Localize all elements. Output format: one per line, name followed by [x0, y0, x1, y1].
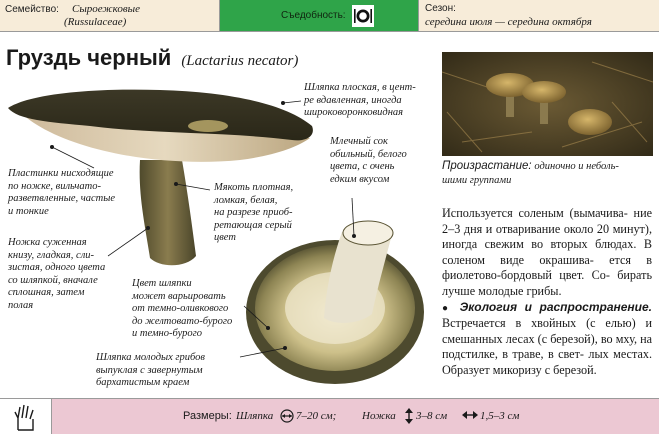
habitat-photo-image	[442, 52, 653, 156]
cap-size-value: 7–20 см;	[296, 410, 337, 422]
habitat-photo	[442, 52, 653, 156]
stem-shape	[139, 160, 196, 266]
sizes-box: Размеры: Шляпка 7–20 см; Ножка 3–8 см 1,…	[52, 398, 659, 434]
stem-height-value: 3–8 см	[416, 410, 448, 422]
annotation-young-cap: Шляпка молодых грибов выпуклая с заверну…	[96, 352, 205, 388]
annotation-milk: Млечный сок обильный, белого цвета, с оч…	[330, 136, 407, 185]
stem-size-label: Ножка	[362, 410, 396, 422]
annotation-cap-color: Цвет шляпки может варьировать от темно-о…	[132, 278, 233, 339]
height-arrow-icon	[405, 408, 413, 424]
season-cell: Сезон: середина июля — середина октября	[419, 0, 659, 32]
annotation-plates: Пластинки нисходящие по ножке, вильчато-…	[8, 168, 116, 217]
sizes-footer: Размеры: Шляпка 7–20 см; Ножка 3–8 см 1,…	[0, 398, 659, 434]
cap-size-label: Шляпка	[236, 410, 274, 422]
description: Используется соленым (вымачива- ние 2–3 …	[442, 206, 652, 379]
width-arrow-icon	[462, 411, 478, 419]
hand-icon	[14, 404, 34, 431]
habitat-info: Произрастание: одиночно и неболь- шими г…	[442, 160, 652, 187]
ecology-text: Встречается в хвойных (с елью) и смешанн…	[442, 316, 652, 377]
description-usage: Используется соленым (вымачива- ние 2–3 …	[442, 206, 652, 298]
annotation-cap: Шляпка плоская, в цент- ре вдавленная, и…	[304, 82, 416, 118]
annotation-stem: Ножка суженная книзу, гладкая, сли- зист…	[8, 237, 106, 311]
diameter-icon	[280, 409, 294, 423]
annotation-flesh: Мякоть плотная, ломкая, белая, на разрез…	[214, 182, 294, 243]
young-stem-cut	[342, 220, 394, 246]
cap-spot	[188, 120, 228, 132]
habitat-line1: одиночно и неболь-	[534, 161, 619, 172]
hand-box	[0, 398, 52, 434]
bullet-icon: ●	[442, 302, 453, 314]
season-value: середина июля — середина октября	[425, 16, 592, 28]
sizes-label: Размеры:	[183, 410, 232, 422]
habitat-line2: шими группами	[442, 174, 512, 186]
stem-width-value: 1,5–3 см	[480, 410, 520, 422]
habitat-label: Произрастание:	[442, 160, 532, 172]
ecology-heading: Экология и распространение.	[459, 299, 653, 314]
